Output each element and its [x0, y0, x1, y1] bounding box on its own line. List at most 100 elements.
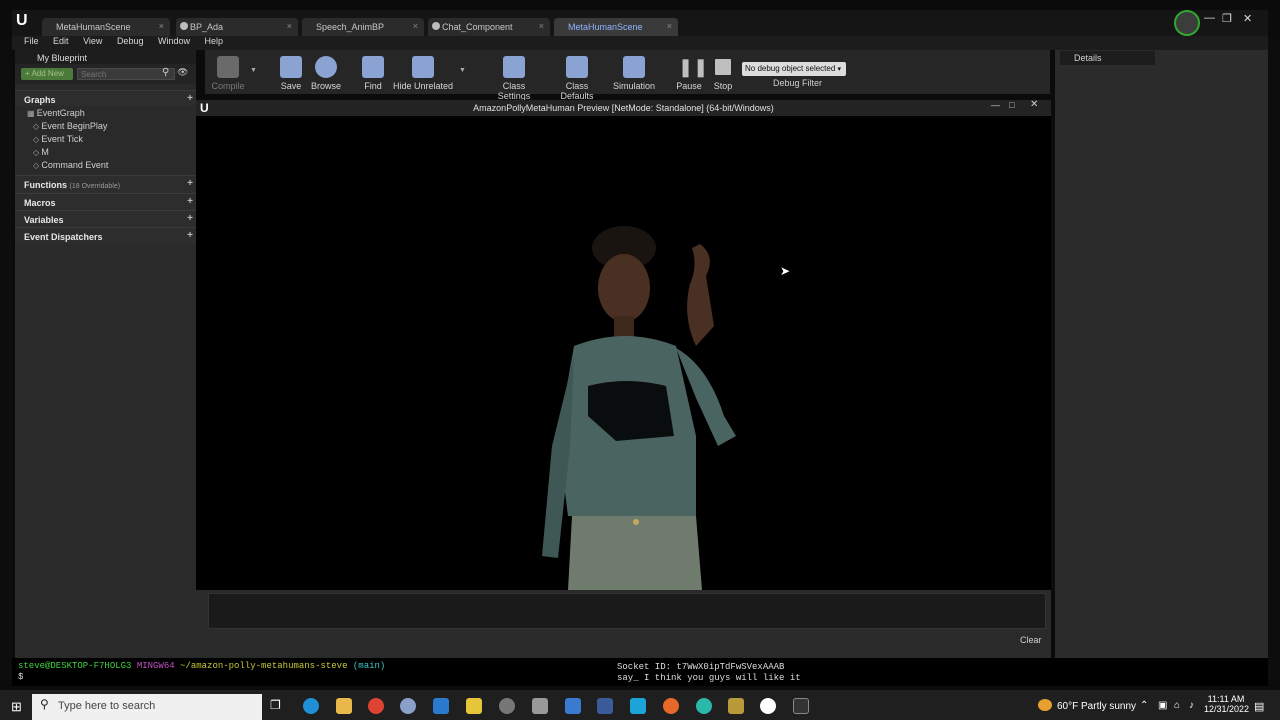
store-icon[interactable] [565, 698, 581, 714]
network-icon[interactable]: ⌂ [1174, 700, 1180, 711]
my-blueprint-panel: My Blueprint + Add New ⚲ 👁 Graphs + ▦ Ev… [15, 50, 196, 658]
tab-chat-component[interactable]: Chat_Component × [428, 18, 550, 36]
menu-edit[interactable]: Edit [53, 36, 69, 46]
window-maximize-icon[interactable]: ❐ [1222, 12, 1232, 25]
source-control-status-icon[interactable] [1174, 10, 1200, 36]
macros-section[interactable]: Macros + [15, 193, 196, 210]
git-app-icon[interactable] [728, 698, 744, 714]
add-macro-icon[interactable]: + [187, 196, 193, 207]
event-dispatchers-section[interactable]: Event Dispatchers + [15, 227, 196, 244]
windows-start-icon[interactable]: ⊞ [11, 699, 22, 715]
preview-close-icon[interactable]: ✕ [1030, 99, 1038, 110]
menu-debug[interactable]: Debug [117, 36, 144, 46]
menu-file[interactable]: File [24, 36, 39, 46]
find-binoculars-icon [362, 56, 384, 78]
tab-metahumanscene-active[interactable]: MetaHumanScene × [554, 18, 678, 36]
notification-icon[interactable]: ▤ [1254, 700, 1264, 713]
close-icon[interactable]: × [159, 21, 164, 31]
my-blueprint-header: My Blueprint [15, 50, 196, 64]
window-minimize-icon[interactable]: — [1204, 12, 1215, 24]
button-label: Browse [310, 81, 341, 91]
add-variable-icon[interactable]: + [187, 213, 193, 224]
tray-app-icon[interactable]: ▣ [1158, 700, 1167, 711]
task-view-icon[interactable]: ❐ [270, 698, 286, 714]
menu-view[interactable]: View [83, 36, 102, 46]
add-new-button[interactable]: + Add New [21, 68, 73, 80]
event-beginplay-item[interactable]: ◇ Event BeginPlay [15, 119, 196, 132]
tab-speech-animbp[interactable]: Speech_AnimBP × [302, 18, 424, 36]
add-dispatcher-icon[interactable]: + [187, 230, 193, 241]
clock[interactable]: 11:11 AM 12/31/2022 [1204, 694, 1249, 714]
class-defaults-button[interactable]: Class Defaults [548, 56, 606, 101]
close-icon[interactable]: × [413, 21, 418, 31]
search-icon: ⚲ [162, 67, 170, 78]
tab-metahumanscene-1[interactable]: MetaHumanScene × [42, 18, 170, 36]
orange-app-icon[interactable] [663, 698, 679, 714]
simulation-button[interactable]: Simulation [610, 56, 658, 91]
close-icon[interactable]: × [667, 21, 672, 31]
debug-object-select[interactable]: No debug object selected ▾ [742, 62, 846, 76]
tab-bp-ada[interactable]: BP_Ada × [176, 18, 298, 36]
preview-maximize-icon[interactable]: □ [1009, 100, 1014, 110]
window-close-icon[interactable]: ✕ [1243, 12, 1252, 25]
find-button[interactable]: Find [348, 56, 398, 91]
add-graph-icon[interactable]: + [187, 93, 193, 104]
taskbar-search-input[interactable]: Type here to search [32, 694, 262, 720]
hide-unrelated-button[interactable]: Hide Unrelated [392, 56, 454, 91]
stop-icon [715, 59, 731, 75]
preview-window-titlebar[interactable]: AmazonPollyMetaHuman Preview [NetMode: S… [196, 100, 1051, 116]
event-tick-item[interactable]: ◇ Event Tick [15, 132, 196, 145]
game-viewport[interactable]: ➤ [196, 116, 1051, 590]
graphs-section[interactable]: Graphs + [15, 90, 196, 106]
blueprint-search-row: + Add New ⚲ 👁 [15, 64, 196, 84]
unreal-taskbar-icon[interactable] [760, 698, 776, 714]
terminal-window[interactable]: steve@DESKTOP-F7HOLG3 MINGW64 ~/amazon-p… [12, 658, 1268, 686]
view-options-icon[interactable]: 👁 [177, 67, 188, 78]
volume-icon[interactable]: ♪ [1189, 700, 1194, 711]
functions-section[interactable]: Functions (18 Overridable) + [15, 175, 196, 193]
close-icon[interactable]: × [287, 21, 292, 31]
menu-window[interactable]: Window [158, 36, 190, 46]
close-icon[interactable]: × [539, 21, 544, 31]
hide-unrelated-dropdown-icon[interactable]: ▼ [459, 67, 466, 74]
mail-icon[interactable] [433, 698, 449, 714]
terminal-taskbar-icon[interactable] [793, 698, 809, 714]
compile-dropdown-icon[interactable]: ▼ [250, 67, 257, 74]
browse-button[interactable]: Browse [301, 56, 351, 91]
lightning-app-icon[interactable] [466, 698, 482, 714]
clear-button[interactable]: Clear [1020, 635, 1042, 645]
class-settings-button[interactable]: Class Settings [486, 56, 542, 101]
panel-title: My Blueprint [37, 53, 88, 63]
add-function-icon[interactable]: + [187, 178, 193, 189]
tray-chevron-icon[interactable]: ⌃ [1140, 700, 1148, 711]
clock-time: 11:11 AM [1207, 694, 1245, 704]
teal-app-icon[interactable] [696, 698, 712, 714]
variables-section[interactable]: Variables + [15, 210, 196, 227]
blueprint-search-input[interactable] [77, 68, 175, 80]
functions-count: (18 Overridable) [69, 183, 121, 190]
search-icon: ⚲ [40, 697, 49, 711]
menu-help[interactable]: Help [205, 36, 224, 46]
tab-details[interactable]: Details [1060, 51, 1155, 65]
app-icon[interactable] [400, 698, 416, 714]
weather-text[interactable]: 60°F Partly sunny [1057, 701, 1136, 712]
stop-button[interactable]: Stop [698, 56, 748, 91]
section-label: Event Dispatchers [24, 232, 103, 242]
output-log[interactable] [208, 593, 1046, 629]
c-app-icon[interactable] [630, 698, 646, 714]
prompt-env: MINGW64 [136, 661, 175, 671]
button-label: Stop [713, 81, 733, 91]
calculator-icon[interactable] [597, 698, 613, 714]
file-explorer-icon[interactable] [336, 698, 352, 714]
tools-icon[interactable] [532, 698, 548, 714]
command-event-item[interactable]: ◇ Command Event [15, 158, 196, 171]
tab-label: Chat_Component [442, 22, 513, 32]
settings-app-icon[interactable] [499, 698, 515, 714]
chrome-icon[interactable] [368, 698, 384, 714]
component-icon [432, 22, 440, 30]
eventgraph-item[interactable]: ▦ EventGraph [15, 106, 196, 119]
edge-icon[interactable] [303, 698, 319, 714]
compile-button[interactable]: Compile [203, 56, 253, 91]
preview-minimize-icon[interactable]: — [991, 100, 1000, 110]
event-m-item[interactable]: ◇ M [15, 145, 196, 158]
